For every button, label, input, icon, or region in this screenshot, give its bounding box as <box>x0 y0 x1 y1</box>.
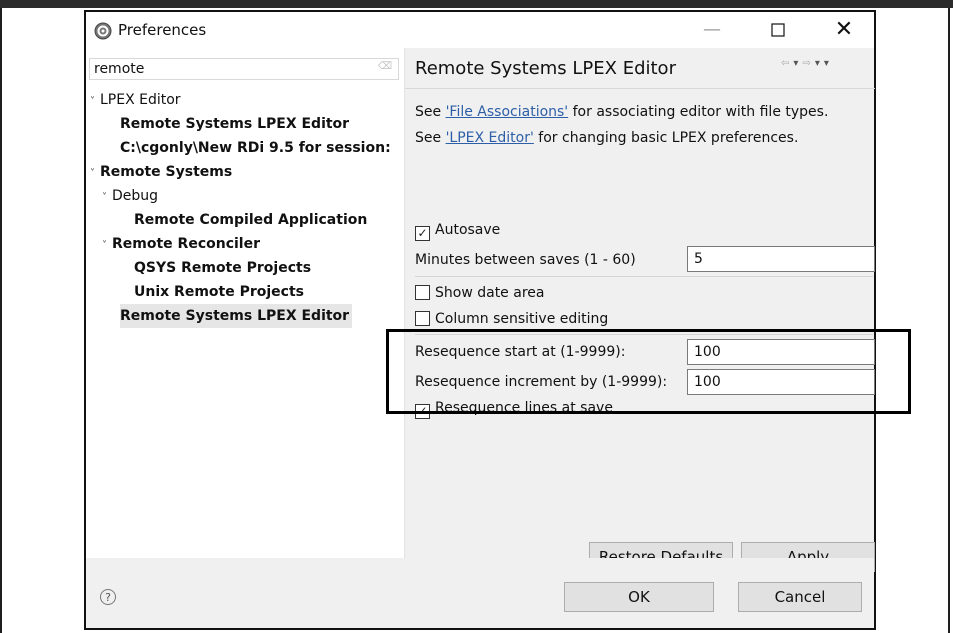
autosave-checkbox-row[interactable]: ✓ Autosave <box>415 220 500 241</box>
tree-item-session-path[interactable]: C:\cgonly\New RDi 9.5 for session: <box>120 136 391 160</box>
tree-item-lpex-editor[interactable]: ˅ LPEX Editor <box>90 88 181 112</box>
group-separator <box>415 276 873 277</box>
expand-chevron-icon[interactable]: ˅ <box>102 234 112 258</box>
maximize-icon <box>771 23 785 37</box>
resequence-start-input[interactable] <box>687 339 875 365</box>
group-separator <box>415 334 873 335</box>
column-sensitive-editing-checkbox[interactable] <box>415 311 430 326</box>
ok-button[interactable]: OK <box>564 582 714 612</box>
tree-item-remote-systems-lpex-editor-selected[interactable]: Remote Systems LPEX Editor <box>120 304 353 328</box>
resequence-start-label: Resequence start at (1-9999): <box>415 344 626 360</box>
file-associations-link[interactable]: 'File Associations' <box>446 104 569 120</box>
app-icon <box>94 22 112 40</box>
lpex-editor-description: See 'LPEX Editor' for changing basic LPE… <box>415 130 799 146</box>
page-navigation: ⇦▾⇨▾▾ <box>781 58 833 69</box>
resequence-increment-label: Resequence increment by (1-9999): <box>415 374 668 390</box>
forward-dropdown-icon[interactable]: ▾ <box>815 58 824 69</box>
tree-item-debug[interactable]: ˅ Debug <box>102 184 158 208</box>
maximize-button[interactable] <box>758 16 798 44</box>
resequence-increment-input[interactable] <box>687 369 875 395</box>
tree-item-remote-reconciler[interactable]: ˅ Remote Reconciler <box>102 232 260 256</box>
resequence-lines-at-save-checkbox[interactable]: ✓ <box>415 404 430 419</box>
expand-chevron-icon[interactable]: ˅ <box>90 162 100 186</box>
preference-page: Remote Systems LPEX Editor ⇦▾⇨▾▾ See 'Fi… <box>404 48 875 572</box>
show-date-area-row[interactable]: Show date area <box>415 283 544 303</box>
show-date-area-checkbox[interactable] <box>415 285 430 300</box>
tree-item-qsys-remote-projects[interactable]: QSYS Remote Projects <box>134 256 311 280</box>
title-bar: Preferences — ✕ <box>86 12 874 48</box>
cancel-button[interactable]: Cancel <box>738 582 862 612</box>
page-title: Remote Systems LPEX Editor <box>415 58 676 79</box>
autosave-checkbox[interactable]: ✓ <box>415 226 430 241</box>
filter-input[interactable] <box>94 60 374 78</box>
file-associations-description: See 'File Associations' for associating … <box>415 104 829 120</box>
tree-item-remote-systems[interactable]: ˅ Remote Systems <box>90 160 232 184</box>
expand-chevron-icon[interactable]: ˅ <box>90 90 100 114</box>
title-separator <box>405 88 875 89</box>
window-title: Preferences <box>118 21 207 39</box>
close-button[interactable]: ✕ <box>824 16 864 44</box>
minutes-between-saves-label: Minutes between saves (1 - 60) <box>415 252 636 268</box>
clear-icon[interactable]: ⌫ <box>378 61 392 72</box>
minutes-between-saves-input[interactable] <box>687 246 875 272</box>
forward-arrow-icon[interactable]: ⇨ <box>802 58 814 69</box>
tree-item-remote-compiled-application[interactable]: Remote Compiled Application <box>134 208 367 232</box>
dialog-button-bar: ? OK Cancel <box>86 558 874 628</box>
resequence-lines-at-save-row[interactable]: ✓ Resequence lines at save <box>415 398 613 419</box>
frame-left-edge <box>0 8 2 633</box>
frame-right-edge <box>948 8 950 633</box>
minimize-button[interactable]: — <box>692 16 732 44</box>
help-icon[interactable]: ? <box>100 589 116 605</box>
column-sensitive-editing-row[interactable]: Column sensitive editing <box>415 309 608 329</box>
back-arrow-icon[interactable]: ⇦ <box>781 58 793 69</box>
preference-tree-pane: ⌫ ˅LPEX Editor Remote Systems LPEX Edito… <box>86 50 404 594</box>
top-bar <box>0 0 953 8</box>
tree-item-remote-systems-lpex-editor[interactable]: Remote Systems LPEX Editor <box>120 112 349 136</box>
tree-item-unix-remote-projects[interactable]: Unix Remote Projects <box>134 280 304 304</box>
lpex-editor-link[interactable]: 'LPEX Editor' <box>446 130 534 146</box>
filter-field[interactable]: ⌫ <box>89 58 399 80</box>
preferences-dialog: Preferences — ✕ ⌫ ˅LPEX Editor Remote Sy… <box>84 10 876 630</box>
expand-chevron-icon[interactable]: ˅ <box>102 186 112 210</box>
view-menu-icon[interactable]: ▾ <box>824 58 833 69</box>
